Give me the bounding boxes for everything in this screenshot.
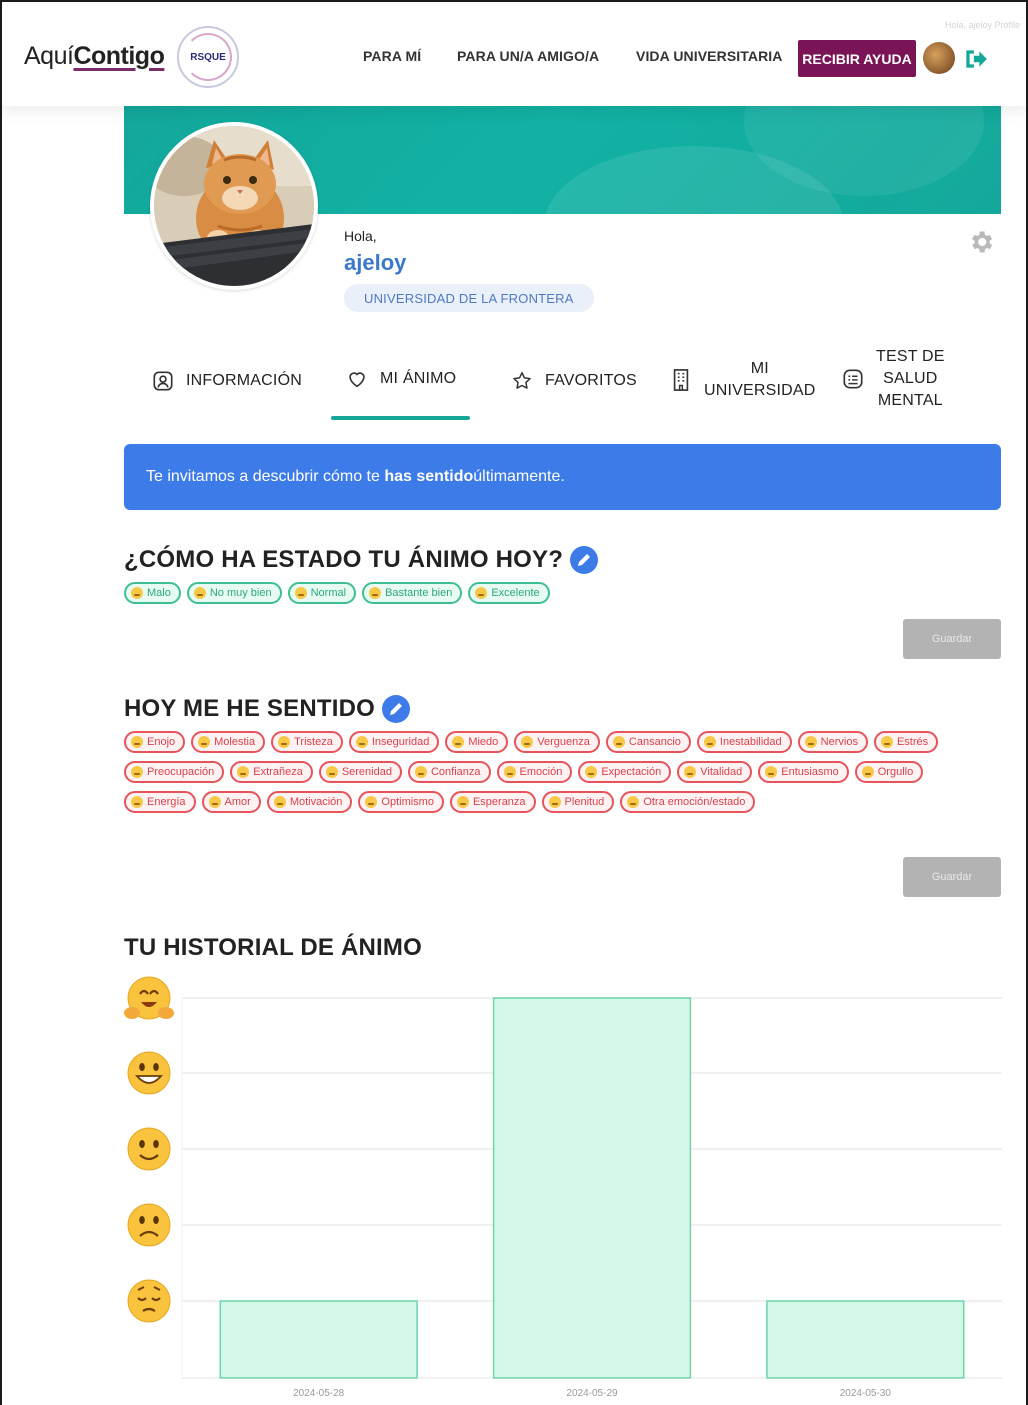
bar-2024-05-30[interactable]: [766, 1300, 965, 1379]
bar-2024-05-28[interactable]: [219, 1300, 418, 1379]
hug-face-icon: [124, 976, 174, 1020]
x-tick-label: 2024-05-29: [566, 1388, 618, 1399]
cat-photo-illustration: [154, 126, 314, 286]
app-window: Aquí Contigo RSQUE PARA MÍ PARA UN/A AMIG…: [0, 0, 1028, 1405]
nav-link-para-amigo[interactable]: PARA UN/A AMIGO/A: [457, 48, 599, 64]
partner-logo-text: RSQUE: [190, 51, 226, 63]
nav-link-vida-universitaria[interactable]: VIDA UNIVERSITARIA: [636, 48, 782, 64]
logout-icon[interactable]: [962, 46, 988, 72]
brand-light-text: Aquí: [24, 42, 74, 70]
x-tick-label: 2024-05-30: [840, 1388, 892, 1399]
grin-face-icon: [127, 1051, 171, 1095]
corner-faint-text: Hola, ajeloy Profile: [944, 20, 1020, 30]
get-help-button[interactable]: RECIBIR AYUDA: [798, 40, 916, 77]
top-navbar: Aquí Contigo RSQUE PARA MÍ PARA UN/A AMIG…: [2, 2, 1026, 106]
bar-2024-05-29[interactable]: [492, 997, 692, 1379]
brand-logo[interactable]: Aquí Contigo: [24, 42, 165, 71]
frown-face-icon: [127, 1203, 171, 1247]
sad-face-icon: [127, 1279, 171, 1323]
x-tick-label: 2024-05-28: [293, 1388, 345, 1399]
brand-bold-text: Contigo: [73, 42, 165, 70]
avatar[interactable]: [923, 42, 955, 74]
profile-picture[interactable]: [150, 122, 318, 290]
smile-face-icon: [127, 1127, 171, 1171]
partner-logo: RSQUE: [177, 26, 239, 88]
nav-link-para-mi[interactable]: PARA MÍ: [363, 48, 421, 64]
